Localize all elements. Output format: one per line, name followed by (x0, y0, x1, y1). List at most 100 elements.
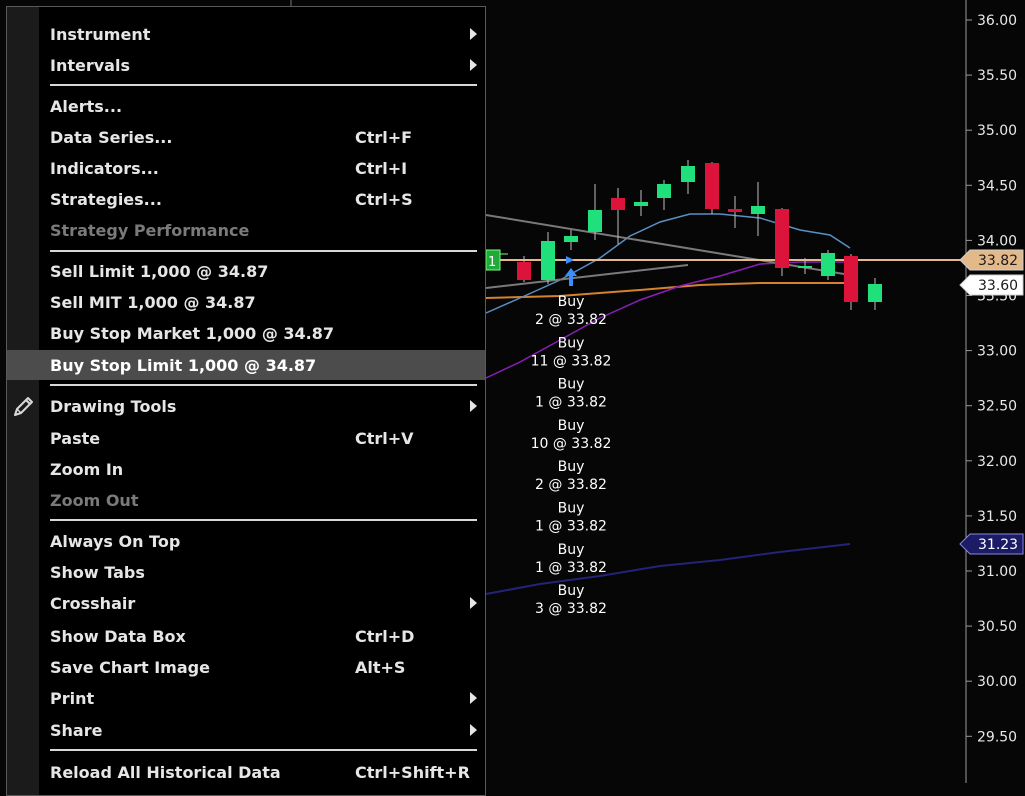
candle-up (564, 236, 578, 242)
menu-item-label: Sell Limit 1,000 @ 34.87 (50, 262, 269, 281)
menu-item-label: Intervals (50, 56, 130, 75)
menu-item-label: Always On Top (50, 532, 181, 551)
menu-item-intervals[interactable]: Intervals (39, 50, 485, 80)
execution-side: Buy (558, 501, 585, 517)
submenu-arrow-icon (470, 28, 477, 40)
pencil-icon (14, 397, 33, 416)
menu-item-label: Paste (50, 429, 101, 448)
menu-item-zoom-in[interactable]: Zoom In (39, 454, 485, 484)
candle-up (634, 202, 648, 206)
menu-item-shortcut: Ctrl+D (355, 627, 415, 646)
execution-side: Buy (558, 583, 585, 599)
menu-item-label: Data Series... (50, 128, 173, 147)
menu-item-crosshair[interactable]: Crosshair (39, 588, 485, 618)
price-axis-label: 32.50 (977, 399, 1017, 415)
menu-separator (50, 250, 477, 252)
price-axis-label: 30.50 (977, 619, 1017, 635)
submenu-arrow-icon (470, 692, 477, 704)
submenu-arrow-icon (470, 597, 477, 609)
menu-item-label: Drawing Tools (50, 397, 177, 416)
execution-side: Buy (558, 459, 585, 475)
menu-item-zoom-out: Zoom Out (39, 485, 485, 515)
execution-fill: 2 @ 33.82 (535, 312, 607, 328)
execution-fill: 1 @ 33.82 (535, 560, 607, 576)
candle-down (844, 256, 858, 302)
menu-item-buy-stop-limit-1-000-34-87[interactable]: Buy Stop Limit 1,000 @ 34.87 (7, 350, 485, 380)
candle-down (705, 163, 719, 209)
menu-item-label: Buy Stop Limit 1,000 @ 34.87 (50, 356, 317, 375)
execution-side: Buy (558, 542, 585, 558)
menu-item-indicators[interactable]: Indicators... Ctrl+I (39, 153, 485, 183)
candle-up (821, 253, 835, 276)
menu-item-label: Save Chart Image (50, 658, 210, 677)
menu-item-label: Share (50, 721, 103, 740)
menu-item-print[interactable]: Print (39, 683, 485, 713)
menu-item-label: Sell MIT 1,000 @ 34.87 (50, 293, 256, 312)
candle-up (751, 206, 765, 214)
candle-up (798, 266, 812, 268)
candle-down (517, 262, 531, 280)
menu-separator (50, 384, 477, 386)
menu-item-show-data-box[interactable]: Show Data Box Ctrl+D (39, 621, 485, 651)
menu-item-show-tabs[interactable]: Show Tabs (39, 557, 485, 587)
price-axis-label: 32.00 (977, 454, 1017, 470)
execution-side: Buy (558, 335, 585, 351)
submenu-arrow-icon (470, 400, 477, 412)
candle-up (657, 184, 671, 198)
chart-context-menu[interactable]: Instrument Intervals Alerts... Data Series.… (6, 6, 486, 796)
menu-item-label: Indicators... (50, 159, 159, 178)
menu-item-label: Alerts... (50, 97, 123, 116)
execution-fill: 11 @ 33.82 (531, 353, 612, 369)
menu-item-save-chart-image[interactable]: Save Chart Image Alt+S (39, 652, 485, 682)
execution-side: Buy (558, 377, 585, 393)
menu-item-alerts[interactable]: Alerts... (39, 91, 485, 121)
menu-separator (50, 519, 477, 521)
candle-up (541, 241, 555, 280)
menu-item-label: Reload All Historical Data (50, 763, 281, 782)
menu-item-label: Show Data Box (50, 627, 186, 646)
menu-item-label: Strategies... (50, 190, 162, 209)
menu-item-label: Zoom In (50, 460, 124, 479)
menu-item-label: Print (50, 689, 95, 708)
price-axis-label: 30.00 (977, 674, 1017, 690)
menu-item-sell-limit-1-000-34-87[interactable]: Sell Limit 1,000 @ 34.87 (39, 256, 485, 286)
order-marker-label: 1 (488, 255, 496, 270)
execution-fill: 2 @ 33.82 (535, 477, 607, 493)
submenu-arrow-icon (470, 59, 477, 71)
menu-separator (50, 749, 477, 751)
menu-item-always-on-top[interactable]: Always On Top (39, 526, 485, 556)
execution-fill: 1 @ 33.82 (535, 519, 607, 535)
menu-item-share[interactable]: Share (39, 715, 485, 745)
menu-item-label: Buy Stop Market 1,000 @ 34.87 (50, 324, 335, 343)
menu-item-label: Instrument (50, 25, 151, 44)
execution-fill: 1 @ 33.82 (535, 395, 607, 411)
menu-item-label: Show Tabs (50, 563, 145, 582)
execution-fill: 3 @ 33.82 (535, 601, 607, 617)
menu-item-shortcut: Ctrl+S (355, 190, 413, 209)
candle-down (728, 209, 742, 212)
price-tag-label: 33.60 (978, 278, 1018, 294)
candle-down (611, 198, 625, 210)
menu-item-label: Crosshair (50, 594, 136, 613)
menu-item-strategy-performance: Strategy Performance (39, 215, 485, 245)
price-axis-label: 35.50 (977, 68, 1017, 84)
price-tag-label: 31.23 (978, 537, 1018, 553)
menu-item-data-series[interactable]: Data Series... Ctrl+F (39, 122, 485, 152)
menu-item-shortcut: Ctrl+V (355, 429, 414, 448)
menu-item-paste[interactable]: Paste Ctrl+V (39, 423, 485, 453)
price-axis-label: 31.00 (977, 564, 1017, 580)
menu-item-instrument[interactable]: Instrument (39, 19, 485, 49)
price-axis-label: 34.50 (977, 178, 1017, 194)
menu-separator (50, 84, 477, 86)
price-axis-label: 31.50 (977, 509, 1017, 525)
price-axis-label: 35.00 (977, 123, 1017, 139)
candle-up (681, 166, 695, 182)
menu-item-shortcut: Ctrl+Shift+R (355, 763, 470, 782)
menu-item-buy-stop-market-1-000-34-87[interactable]: Buy Stop Market 1,000 @ 34.87 (39, 318, 485, 348)
price-axis-label: 29.50 (977, 729, 1017, 745)
menu-item-label: Zoom Out (50, 491, 139, 510)
price-axis-label: 33.00 (977, 344, 1017, 360)
menu-item-strategies[interactable]: Strategies... Ctrl+S (39, 184, 485, 214)
menu-item-drawing-tools[interactable]: Drawing Tools (39, 391, 485, 421)
menu-item-sell-mit-1-000-34-87[interactable]: Sell MIT 1,000 @ 34.87 (39, 287, 485, 317)
